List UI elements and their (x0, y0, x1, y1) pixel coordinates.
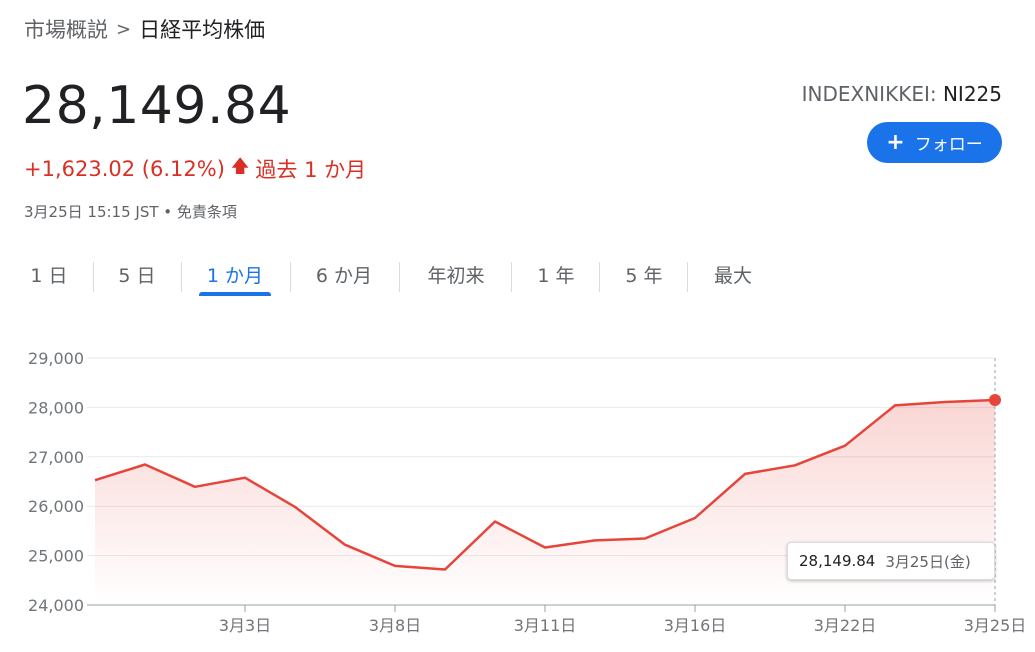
x-tick-label: 3月11日 (514, 616, 577, 635)
tab-divider (511, 262, 512, 292)
breadcrumb-separator: > (116, 18, 132, 40)
follow-label: フォロー (914, 135, 983, 155)
y-tick-label: 26,000 (28, 497, 84, 516)
tab-label: 5 年 (625, 264, 663, 287)
tooltip-value: 28,149.84 (799, 552, 876, 570)
y-tick-label: 24,000 (28, 596, 84, 615)
tab-6m[interactable]: 6 か月 (306, 254, 382, 294)
x-tick-label: 3月22日 (814, 616, 877, 635)
x-tick-label: 3月25日 (964, 616, 1027, 635)
change-period: 過去 1 か月 (255, 158, 367, 182)
x-tick-label: 3月8日 (369, 616, 421, 635)
tab-1m[interactable]: 1 か月 (199, 254, 271, 296)
y-tick-label: 25,000 (28, 547, 84, 566)
tab-ytd[interactable]: 年初来 (418, 254, 494, 294)
tab-max[interactable]: 最大 (705, 254, 761, 294)
tab-divider (599, 262, 600, 292)
x-tick-label: 3月3日 (219, 616, 271, 635)
tab-label: 最大 (713, 264, 752, 287)
active-tab-indicator (199, 292, 271, 296)
tab-divider (290, 262, 291, 292)
chart-tooltip: 28,149.84 3月25日(金) (787, 542, 995, 580)
tab-5y[interactable]: 5 年 (616, 254, 672, 294)
tab-label: 年初来 (427, 264, 485, 287)
follow-button[interactable]: + フォロー (867, 122, 1002, 163)
price-chart[interactable]: 29,000 28,000 27,000 26,000 25,000 24,000 3月3… (0, 330, 1035, 652)
y-tick-label: 28,000 (28, 398, 84, 417)
x-tick-label: 3月16日 (664, 616, 727, 635)
breadcrumb-parent-link[interactable]: 市場概説 (24, 14, 108, 44)
tab-divider (687, 262, 688, 292)
index-price: 28,149.84 (22, 76, 292, 136)
tab-divider (399, 262, 400, 292)
ticker-symbol: INDEXNIKKEI: NI225 (802, 82, 1002, 106)
tab-label: 5 日 (118, 264, 156, 287)
timestamp-disclaimer[interactable]: 3月25日 15:15 JST • 免責条項 (24, 201, 237, 222)
tab-1d[interactable]: 1 日 (24, 254, 74, 294)
tab-divider (181, 262, 182, 292)
tooltip-date: 3月25日(金) (885, 552, 971, 571)
tab-label: 1 日 (30, 264, 68, 287)
tab-divider (93, 262, 94, 292)
ticker-code: NI225 (942, 82, 1002, 106)
tab-label: 1 年 (537, 264, 575, 287)
tab-label: 6 か月 (315, 264, 373, 287)
tab-5d[interactable]: 5 日 (112, 254, 162, 294)
y-tick-label: 29,000 (28, 349, 84, 368)
ticker-prefix: INDEXNIKKEI: (801, 82, 937, 106)
tab-label: 1 か月 (206, 264, 264, 287)
change-value: +1,623.02 (6.12%) (24, 157, 225, 181)
arrow-up-icon: 🡅 (230, 156, 250, 177)
tab-1y[interactable]: 1 年 (528, 254, 584, 294)
breadcrumb: 市場概説 > 日経平均株価 (24, 14, 265, 44)
breadcrumb-current: 日経平均株価 (139, 18, 266, 42)
price-change: +1,623.02 (6.12%) 🡅 過去 1 か月 (24, 154, 366, 184)
latest-point-marker (989, 393, 1001, 406)
plus-icon: + (886, 129, 905, 155)
y-tick-label: 27,000 (28, 448, 84, 467)
